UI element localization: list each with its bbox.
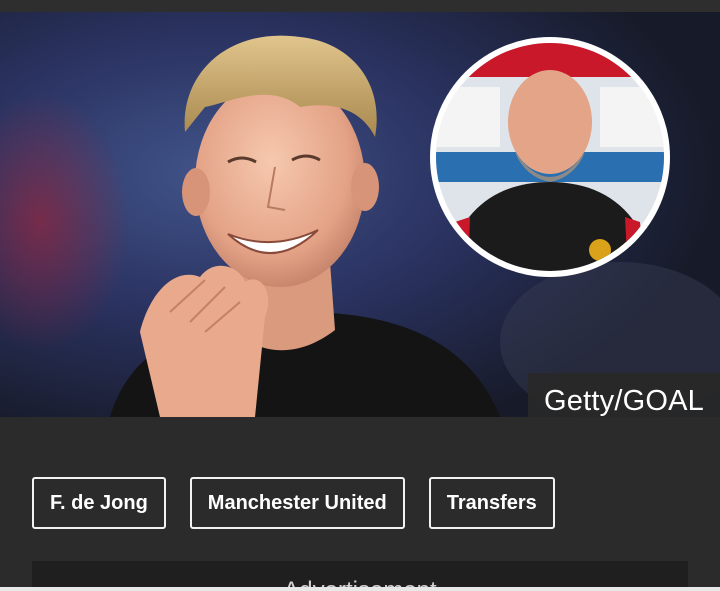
hero-image: Getty/GOAL (0, 12, 720, 417)
tag-f-de-jong[interactable]: F. de Jong (32, 477, 166, 529)
tag-transfers[interactable]: Transfers (428, 477, 555, 529)
top-bar (0, 0, 720, 12)
article-page: Getty/GOAL F. de Jong Manchester United … (0, 0, 720, 591)
player-face (195, 77, 365, 287)
photo-credit: Getty/GOAL (528, 373, 720, 417)
hero-illustration (0, 12, 720, 417)
tag-list: F. de Jong Manchester United Transfers (32, 477, 555, 529)
tag-manchester-united[interactable]: Manchester United (189, 477, 405, 529)
bottom-divider (0, 587, 720, 591)
manager-inset (430, 37, 670, 277)
